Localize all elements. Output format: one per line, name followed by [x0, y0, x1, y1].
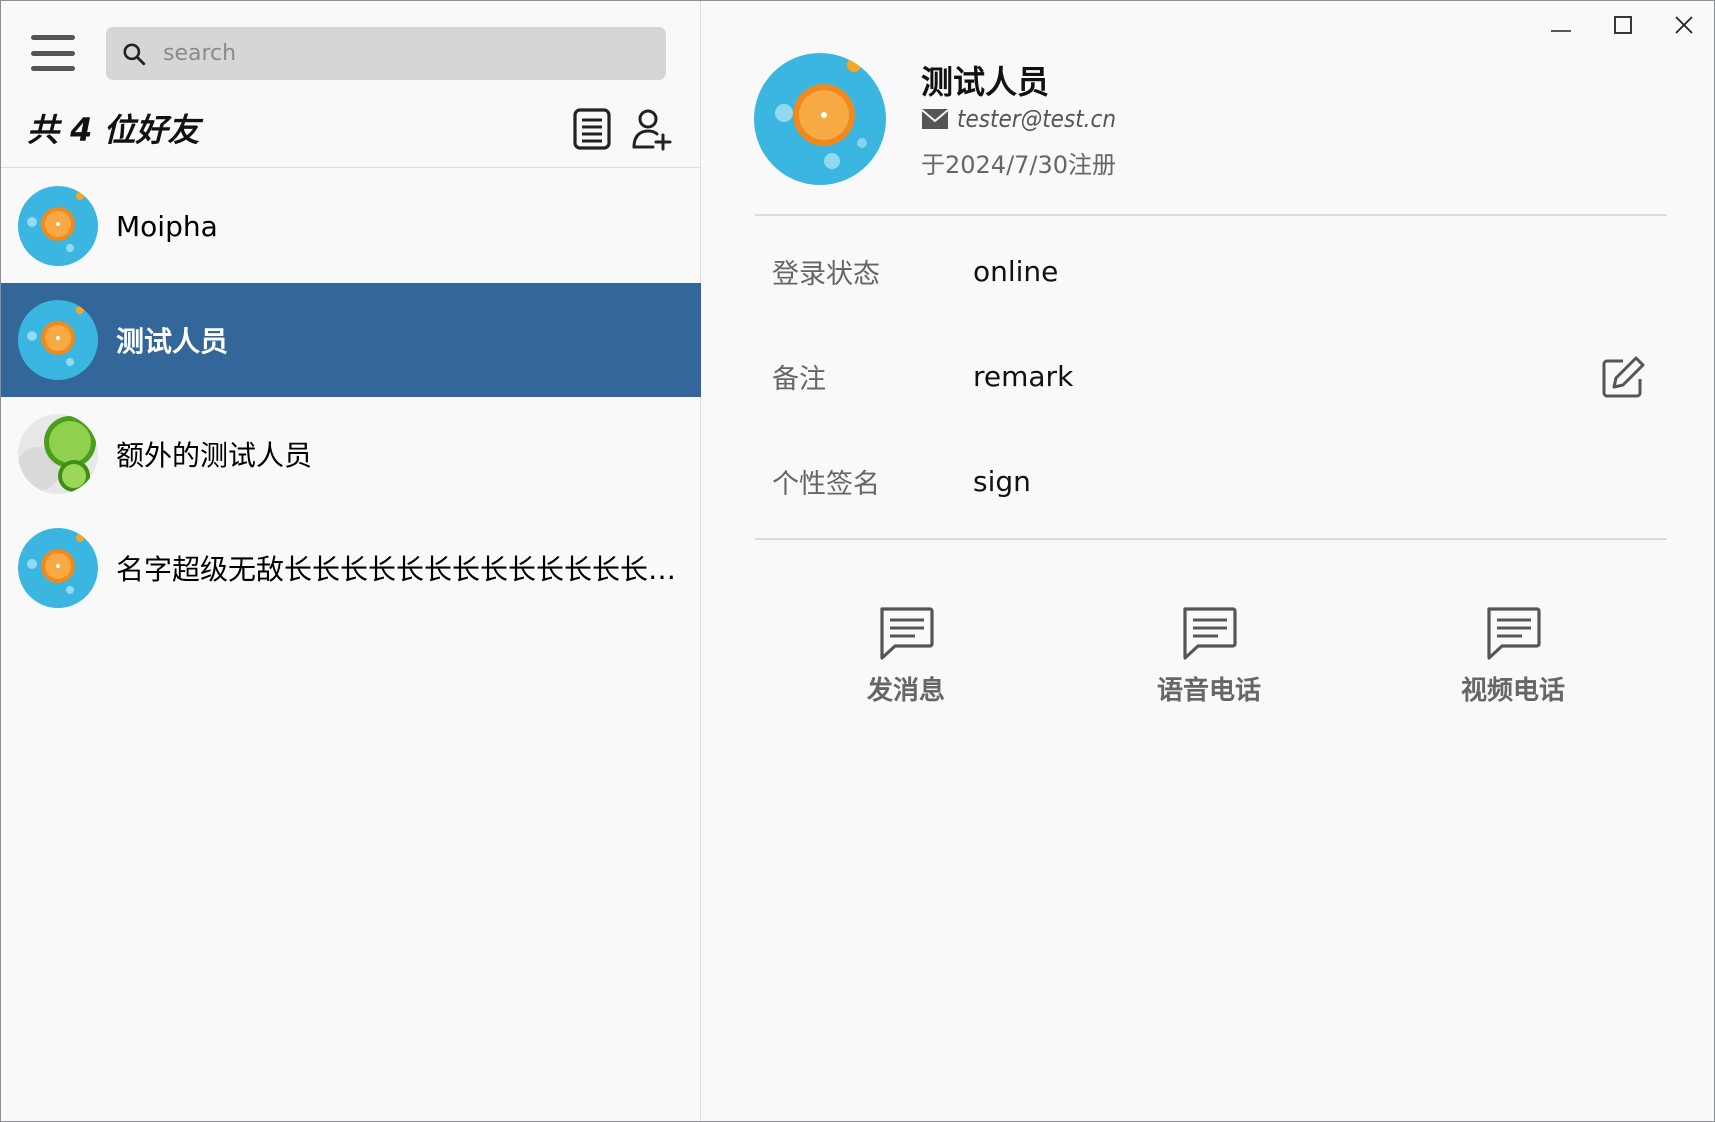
send-message-button[interactable]: 发消息	[826, 606, 986, 707]
friends-pane: 共 4 位好友	[1, 1, 701, 1121]
send-message-label: 发消息	[866, 676, 945, 706]
login-status-label: 登录状态	[772, 258, 880, 290]
divider	[755, 538, 1667, 540]
video-call-label: 视频电话	[1460, 676, 1565, 706]
friend-list: Moipha 测试人员 额外的测试人员 名字超级无敌长长长长长长长长长长长长长长	[1, 169, 701, 625]
maximize-button[interactable]	[1593, 5, 1653, 45]
friend-name: 名字超级无敌长长长长长长长长长长长长长长长长长长长长长长长长长长长长长长长长长长…	[116, 553, 686, 586]
orange-avatar	[18, 186, 98, 266]
chat-icon	[1487, 607, 1541, 660]
orange-avatar	[18, 300, 98, 380]
close-icon	[1675, 16, 1693, 34]
list-icon[interactable]	[571, 107, 613, 151]
mail-icon	[921, 109, 949, 129]
friend-name: Moipha	[116, 209, 218, 243]
profile-name: 测试人员	[921, 63, 1050, 101]
voice-call-label: 语音电话	[1156, 676, 1261, 706]
email-text: tester@test.cn	[957, 105, 1117, 133]
remark-label: 备注	[772, 363, 826, 395]
chat-icon	[1183, 607, 1237, 660]
voice-call-button[interactable]: 语音电话	[1129, 606, 1289, 707]
login-status-value: online	[973, 254, 1059, 288]
lime-avatar	[18, 414, 98, 494]
minimize-button[interactable]	[1531, 5, 1591, 45]
friend-list-item[interactable]: 额外的测试人员	[1, 397, 701, 511]
friend-name: 测试人员	[116, 325, 229, 358]
close-button[interactable]	[1654, 5, 1714, 45]
signature-label: 个性签名	[772, 468, 880, 500]
maximize-icon	[1614, 16, 1632, 34]
add-user-icon[interactable]	[631, 107, 673, 151]
friend-list-item[interactable]: 名字超级无敌长长长长长长长长长长长长长长长长长长长长长长长长长长长长长长长长长长…	[1, 511, 701, 625]
search-box[interactable]	[106, 27, 666, 80]
signature-row: 个性签名 sign	[755, 451, 1667, 511]
edit-icon[interactable]	[1601, 355, 1647, 399]
profile-email: tester@test.cn	[921, 105, 1116, 133]
friend-list-item-selected[interactable]: 测试人员	[1, 283, 701, 397]
search-input[interactable]	[163, 41, 643, 66]
orange-avatar	[18, 528, 98, 608]
divider	[755, 214, 1667, 216]
remark-row: 备注 remark	[755, 346, 1667, 406]
hamburger-menu-icon[interactable]	[31, 35, 75, 71]
signature-value: sign	[973, 464, 1031, 498]
remark-value: remark	[973, 359, 1074, 393]
friend-count-label: 共 4 位好友	[27, 111, 200, 149]
friend-name: 额外的测试人员	[116, 439, 313, 472]
friend-list-item[interactable]: Moipha	[1, 169, 701, 283]
app-window: 共 4 位好友	[0, 0, 1715, 1122]
profile-avatar	[754, 53, 886, 185]
search-icon	[123, 42, 146, 65]
minimize-icon	[1551, 30, 1571, 32]
login-status-row: 登录状态 online	[755, 241, 1667, 301]
list-divider	[1, 167, 701, 168]
video-call-button[interactable]: 视频电话	[1433, 606, 1593, 707]
chat-icon	[880, 607, 934, 660]
registration-date: 于2024/7/30注册	[921, 151, 1117, 179]
